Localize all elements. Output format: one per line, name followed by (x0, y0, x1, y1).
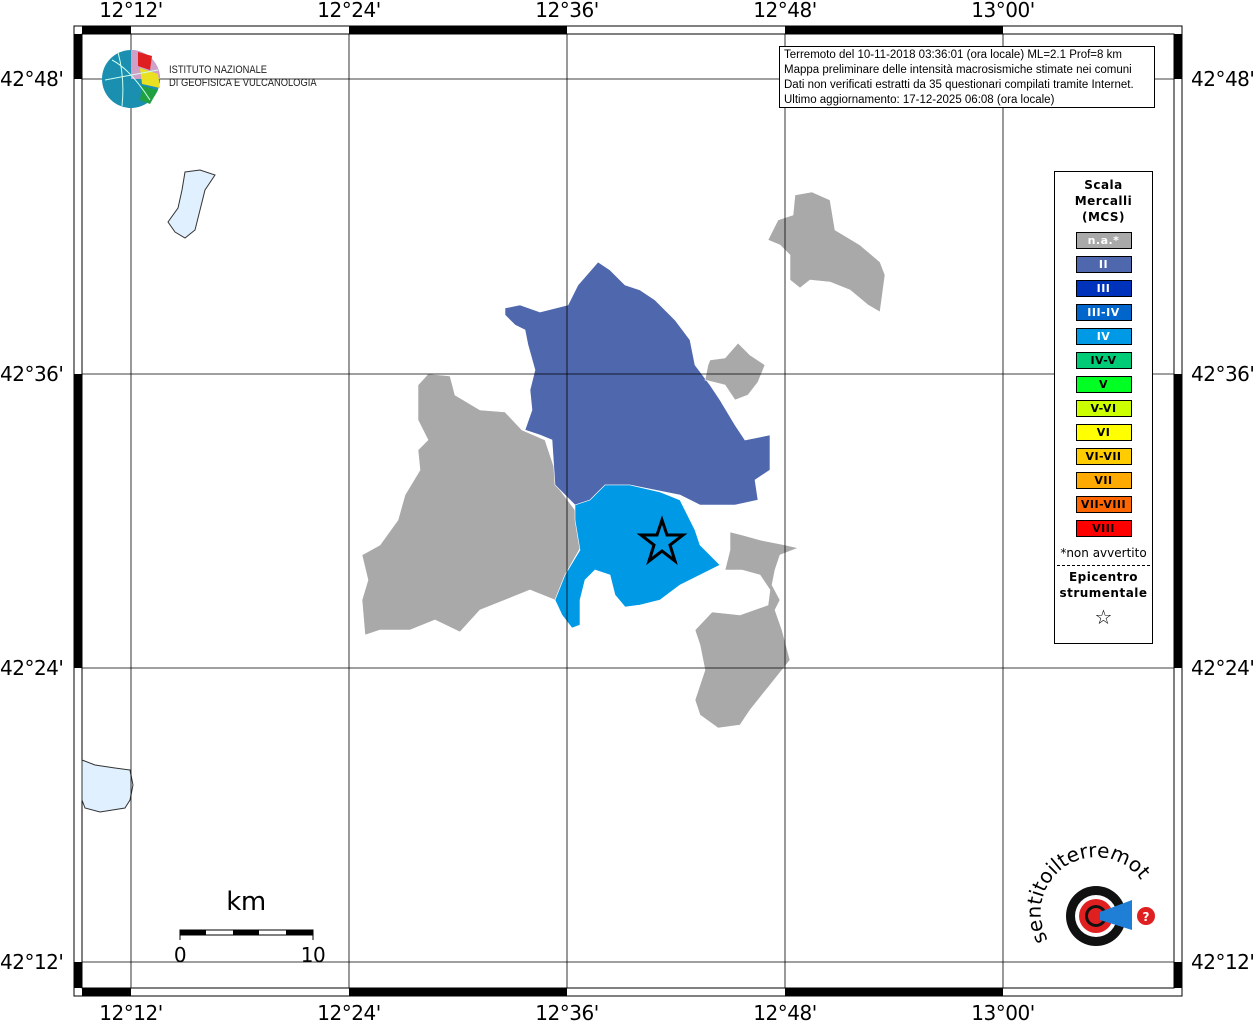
ingv-logo-text: ISTITUTO NAZIONALE DI GEOFISICA E VULCAN… (169, 64, 317, 90)
frame-tick (74, 962, 82, 988)
lon-label-top: 12°12' (99, 0, 163, 22)
lon-label-bottom: 13°00' (971, 1001, 1035, 1025)
lon-label-bottom: 12°36' (535, 1001, 599, 1025)
legend-swatch: VI-VII (1075, 448, 1132, 465)
legend-swatch: V (1075, 376, 1132, 393)
legend-swatch: IV (1075, 328, 1132, 345)
event-line: Terremoto del 10-11-2018 03:36:01 (ora l… (784, 49, 1122, 61)
scale-end: 10 (300, 943, 326, 967)
mcs-legend: Scala Mercalli (MCS) n.a.* II III III-IV IV I… (1054, 171, 1153, 644)
legend-swatch: II (1075, 256, 1132, 273)
legend-title-line: (MCS) (1081, 210, 1126, 224)
legend-swatch: VII-VIII (1075, 496, 1132, 513)
ingv-line1: ISTITUTO NAZIONALE (169, 64, 268, 76)
last-update: Ultimo aggiornamento: 17-12-2025 06:08 (… (784, 94, 1055, 106)
lat-label-right: 42°36' (1191, 362, 1255, 386)
legend-title-line: Mercalli (1074, 194, 1133, 208)
lon-label-top: 12°36' (535, 0, 599, 22)
epicenter-label-line: strumentale (1059, 586, 1148, 600)
legend-note: *non avvertito (1060, 546, 1147, 560)
frame-tick (82, 988, 131, 996)
map-description: Mappa preliminare delle intensità macros… (784, 64, 1132, 76)
legend-swatch: III (1075, 280, 1132, 297)
legend-swatch: VI (1075, 424, 1132, 441)
lat-label-right: 42°24' (1191, 656, 1255, 680)
frame-tick (82, 26, 131, 34)
ingv-line2: DI GEOFISICA E VULCANOLOGIA (169, 77, 317, 89)
lat-label-left: 42°36' (0, 362, 64, 386)
frame-tick (1174, 34, 1182, 79)
frame-tick (74, 34, 82, 79)
frame-tick (1174, 962, 1182, 988)
scale-start: 0 (173, 943, 187, 967)
frame-tick (1174, 374, 1182, 668)
lat-label-left: 42°48' (0, 67, 64, 91)
lon-label-top: 12°48' (753, 0, 817, 22)
legend-swatch: V-VI (1075, 400, 1132, 417)
legend-swatches: n.a.* II III III-IV IV IV-V V V-VI VI VI-VII VII VI… (1055, 232, 1152, 537)
star-outline-icon: ☆ (1094, 605, 1113, 629)
lon-label-top: 12°24' (317, 0, 381, 22)
lat-label-left: 42°24' (0, 656, 64, 680)
epicenter-label-line: Epicentro (1068, 570, 1139, 584)
data-note: Dati non verificati estratti da 35 quest… (784, 79, 1134, 91)
legend-swatch: VIII (1075, 520, 1132, 537)
event-info-box: Terremoto del 10-11-2018 03:36:01 (ora l… (779, 46, 1155, 108)
legend-swatch: IV-V (1075, 352, 1132, 369)
frame-tick (785, 26, 1003, 34)
frame-tick (74, 374, 82, 668)
frame-tick (349, 26, 567, 34)
frame-tick (785, 988, 1003, 996)
lon-label-top: 13°00' (971, 0, 1035, 22)
svg-text:?: ? (1143, 910, 1150, 924)
legend-title: Scala Mercalli (MCS) (1055, 177, 1152, 225)
legend-title-line: Scala (1084, 178, 1123, 192)
ingv-logo-globe-icon (102, 50, 160, 108)
lat-label-left: 42°12' (0, 950, 64, 974)
lon-label-bottom: 12°24' (317, 1001, 381, 1025)
scale-unit: km (226, 887, 266, 917)
lat-label-right: 42°48' (1191, 67, 1255, 91)
lat-label-right: 42°12' (1191, 950, 1255, 974)
legend-divider (1057, 565, 1150, 566)
legend-swatch: VII (1075, 472, 1132, 489)
legend-swatch: III-IV (1075, 304, 1132, 321)
lon-label-bottom: 12°12' (99, 1001, 163, 1025)
lon-label-bottom: 12°48' (753, 1001, 817, 1025)
epicenter-legend-label: Epicentro strumentale (1055, 569, 1152, 601)
legend-swatch: n.a.* (1075, 232, 1132, 249)
frame-tick (349, 988, 567, 996)
